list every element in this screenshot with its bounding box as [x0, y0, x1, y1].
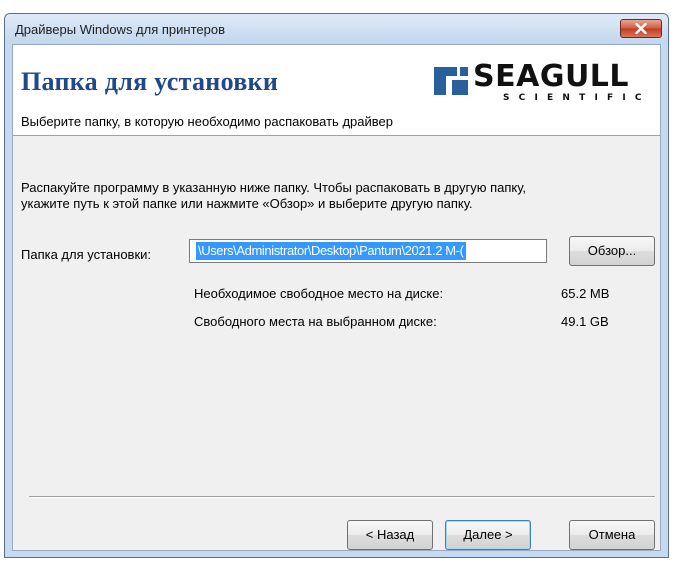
free-space-value: 49.1 GB [561, 314, 609, 329]
folder-path-selected-text: \Users\Administrator\Desktop\Pantum\2021… [196, 242, 466, 260]
close-button[interactable] [620, 19, 662, 38]
wizard-header: Папка для установки Выберите папку, в ко… [13, 45, 660, 136]
footer-divider [29, 496, 655, 498]
next-button[interactable]: Далее > [445, 520, 531, 550]
folder-label: Папка для установки: [21, 247, 152, 262]
back-button[interactable]: < Назад [347, 520, 433, 550]
logo-name: SEAGULL [473, 59, 630, 94]
logo-subtext: SCIENTIFIC [503, 93, 651, 103]
browse-button[interactable]: Обзор... [569, 236, 655, 266]
free-space-label: Свободного места на выбранном диске: [194, 314, 437, 329]
page-title: Папка для установки [21, 67, 279, 96]
page-subtitle: Выберите папку, в которую необходимо рас… [21, 114, 393, 129]
dialog-client-area: Папка для установки Выберите папку, в ко… [12, 44, 661, 551]
instructions-line-2: укажите путь к этой папке или нажмите «О… [21, 196, 473, 211]
window-title: Драйверы Windows для принтеров [15, 22, 225, 37]
seagull-logo: SEAGULL SCIENTIFIC [433, 59, 655, 106]
required-space-value: 65.2 MB [561, 286, 610, 301]
instructions-line-1: Распакуйте программу в указанную ниже па… [21, 180, 527, 195]
folder-path-input[interactable]: \Users\Administrator\Desktop\Pantum\2021… [189, 239, 547, 263]
installer-window: Драйверы Windows для принтеров Папка для… [4, 13, 669, 558]
seagull-logo-icon [434, 67, 468, 95]
instructions-text: Распакуйте программу в указанную ниже па… [21, 180, 651, 212]
close-icon [635, 23, 647, 34]
cancel-button[interactable]: Отмена [569, 520, 655, 550]
title-bar[interactable]: Драйверы Windows для принтеров [5, 14, 668, 44]
required-space-label: Необходимое свободное место на диске: [194, 286, 444, 301]
